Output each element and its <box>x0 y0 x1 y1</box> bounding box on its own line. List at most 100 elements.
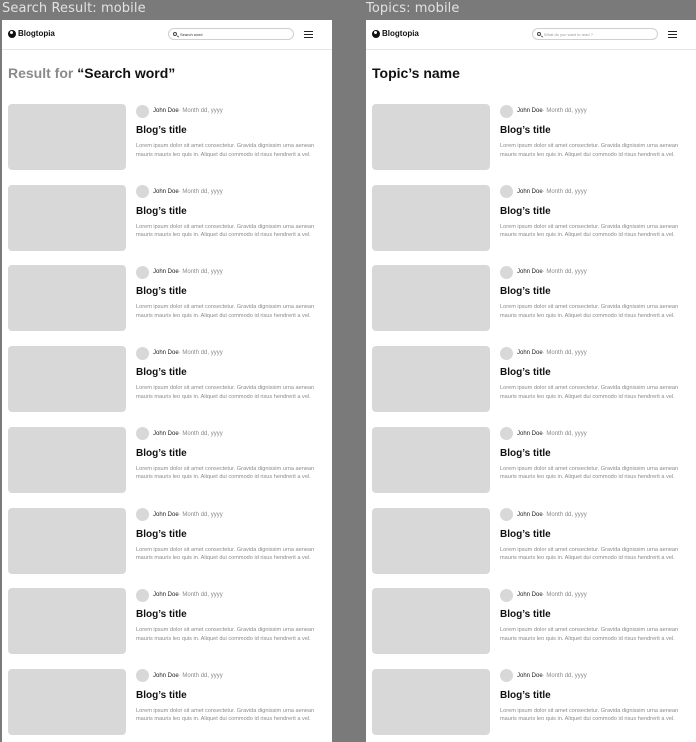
post-author[interactable]: John Doe <box>517 269 543 275</box>
post-author[interactable]: John Doe <box>517 108 543 114</box>
search-input[interactable]: What do you want to read ? <box>532 28 658 40</box>
post-card[interactable]: John Doe · Month dd, yyyy Blog’s title Lor… <box>8 184 328 253</box>
post-card[interactable]: John Doe · Month dd, yyyy Blog’s title Lor… <box>8 104 328 172</box>
post-thumbnail[interactable] <box>8 507 126 574</box>
post-title[interactable]: Blog’s title <box>136 286 187 297</box>
post-excerpt: Lorem ipsum dolor sit amet consectetur. … <box>500 385 679 400</box>
navbar: Blogtopia Search word <box>2 20 332 50</box>
post-card[interactable]: John Doe · Month dd, yyyy Blog’s title Lor… <box>372 668 692 737</box>
post-title[interactable]: Blog’s title <box>500 206 551 217</box>
post-title[interactable]: Blog’s title <box>136 367 187 378</box>
post-meta: John Doe · Month dd, yyyy <box>500 508 587 522</box>
post-card[interactable]: John Doe · Month dd, yyyy Blog’s title Lor… <box>8 426 328 495</box>
post-title[interactable]: Blog’s title <box>500 367 551 378</box>
post-title[interactable]: Blog’s title <box>136 125 187 136</box>
post-author[interactable]: John Doe <box>153 189 179 195</box>
post-author[interactable]: John Doe <box>153 350 179 356</box>
post-date: · Month dd, yyyy <box>542 269 587 276</box>
post-thumbnail[interactable] <box>372 104 490 170</box>
search-result-screen: Blogtopia Search word Result for “Search… <box>2 20 332 742</box>
post-date: · Month dd, yyyy <box>542 188 587 195</box>
frame-label-topics: Topics: mobile <box>366 1 460 16</box>
post-card[interactable]: John Doe · Month dd, yyyy Blog’s title Lor… <box>8 588 328 656</box>
globe-icon <box>8 29 16 38</box>
logo[interactable]: Blogtopia <box>372 29 419 38</box>
post-title[interactable]: Blog’s title <box>500 125 551 136</box>
post-author[interactable]: John Doe <box>517 189 543 195</box>
post-author[interactable]: John Doe <box>153 592 179 598</box>
post-excerpt: Lorem ipsum dolor sit amet consectetur. … <box>136 223 315 239</box>
post-author[interactable]: John Doe <box>153 108 179 114</box>
globe-icon <box>372 29 380 38</box>
post-thumbnail[interactable] <box>8 184 126 251</box>
post-card[interactable]: John Doe · Month dd, yyyy Blog’s title Lor… <box>8 265 328 333</box>
post-thumbnail[interactable] <box>8 346 126 413</box>
post-date: · Month dd, yyyy <box>542 108 587 114</box>
post-excerpt: Lorem ipsum dolor sit amet consectetur. … <box>136 546 315 562</box>
post-author[interactable]: John Doe <box>153 269 179 275</box>
post-excerpt: Lorem ipsum dolor sit amet consectetur. … <box>500 465 679 481</box>
post-thumbnail[interactable] <box>8 668 126 735</box>
post-author[interactable]: John Doe <box>153 673 179 679</box>
search-input[interactable]: Search word <box>168 28 294 40</box>
post-card[interactable]: John Doe · Month dd, yyyy Blog’s title Lor… <box>8 346 328 414</box>
post-card[interactable]: John Doe · Month dd, yyyy Blog’s title Lor… <box>8 507 328 576</box>
post-thumbnail[interactable] <box>8 426 126 493</box>
post-thumbnail[interactable] <box>8 104 126 170</box>
post-thumbnail[interactable] <box>372 668 490 735</box>
post-thumbnail[interactable] <box>372 507 490 574</box>
menu-icon[interactable] <box>668 31 677 38</box>
logo[interactable]: Blogtopia <box>8 29 55 38</box>
post-title[interactable]: Blog’s title <box>136 690 187 701</box>
post-author[interactable]: John Doe <box>153 431 179 437</box>
post-meta: John Doe · Month dd, yyyy <box>136 669 223 683</box>
menu-icon[interactable] <box>304 31 313 38</box>
post-meta: John Doe · Month dd, yyyy <box>136 588 223 602</box>
brand-name: Blogtopia <box>18 29 55 38</box>
post-title[interactable]: Blog’s title <box>136 206 187 217</box>
post-thumbnail[interactable] <box>372 588 490 655</box>
post-title[interactable]: Blog’s title <box>136 609 187 620</box>
post-excerpt: Lorem ipsum dolor sit amet consectetur. … <box>136 707 315 723</box>
post-excerpt: Lorem ipsum dolor sit amet consectetur. … <box>136 385 315 400</box>
post-author[interactable]: John Doe <box>153 512 179 518</box>
post-excerpt: Lorem ipsum dolor sit amet consectetur. … <box>136 465 315 481</box>
search-value: Search word <box>180 31 203 37</box>
post-title[interactable]: Blog’s title <box>500 448 551 459</box>
post-card[interactable]: John Doe · Month dd, yyyy Blog’s title Lor… <box>372 426 692 495</box>
post-author[interactable]: John Doe <box>517 350 543 356</box>
post-author[interactable]: John Doe <box>517 592 543 598</box>
post-meta: John Doe · Month dd, yyyy <box>136 185 223 199</box>
avatar <box>136 185 149 199</box>
post-excerpt: Lorem ipsum dolor sit amet consectetur. … <box>136 304 315 319</box>
post-title[interactable]: Blog’s title <box>136 448 187 459</box>
post-date: · Month dd, yyyy <box>542 592 587 599</box>
post-meta: John Doe · Month dd, yyyy <box>500 346 587 360</box>
post-author[interactable]: John Doe <box>517 673 543 679</box>
post-author[interactable]: John Doe <box>517 512 543 518</box>
post-title[interactable]: Blog’s title <box>500 609 551 620</box>
post-card[interactable]: John Doe · Month dd, yyyy Blog’s title Lor… <box>8 668 328 737</box>
post-thumbnail[interactable] <box>8 588 126 655</box>
post-title[interactable]: Blog’s title <box>500 286 551 297</box>
post-card[interactable]: John Doe · Month dd, yyyy Blog’s title Lor… <box>372 184 692 253</box>
post-title[interactable]: Blog’s title <box>500 529 551 540</box>
post-title[interactable]: Blog’s title <box>136 529 187 540</box>
post-thumbnail[interactable] <box>372 184 490 251</box>
post-thumbnail[interactable] <box>372 265 490 332</box>
post-card[interactable]: John Doe · Month dd, yyyy Blog’s title Lor… <box>372 265 692 333</box>
post-title[interactable]: Blog’s title <box>500 690 551 701</box>
post-thumbnail[interactable] <box>372 346 490 413</box>
post-date: · Month dd, yyyy <box>178 108 223 114</box>
post-card[interactable]: John Doe · Month dd, yyyy Blog’s title Lor… <box>372 346 692 414</box>
post-card[interactable]: John Doe · Month dd, yyyy Blog’s title Lor… <box>372 507 692 576</box>
post-meta: John Doe · Month dd, yyyy <box>136 508 223 522</box>
post-thumbnail[interactable] <box>8 265 126 332</box>
post-meta: John Doe · Month dd, yyyy <box>500 588 587 602</box>
post-thumbnail[interactable] <box>372 426 490 493</box>
post-card[interactable]: John Doe · Month dd, yyyy Blog’s title Lor… <box>372 588 692 656</box>
avatar <box>500 508 513 521</box>
post-author[interactable]: John Doe <box>517 431 543 437</box>
post-excerpt: Lorem ipsum dolor sit amet consectetur. … <box>136 143 315 158</box>
post-card[interactable]: John Doe · Month dd, yyyy Blog’s title Lor… <box>372 104 692 172</box>
